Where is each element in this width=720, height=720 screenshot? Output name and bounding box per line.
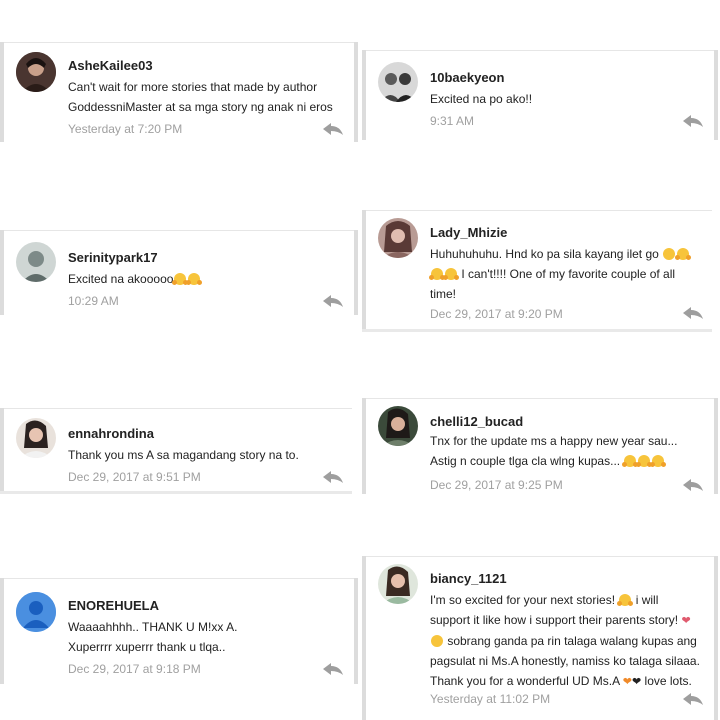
two-hearts-icon: ❤ <box>681 615 691 627</box>
avatar[interactable] <box>16 52 56 92</box>
comment-username[interactable]: Lady_Mhizie <box>430 225 507 240</box>
reply-arrow-icon[interactable] <box>682 114 704 128</box>
smile-emoji-icon <box>431 635 443 647</box>
comment-text: Waaaahhhh.. THANK U M!xx A. Xuperrrr xup… <box>68 620 238 654</box>
comment-card: ENOREHUELA Waaaahhhh.. THANK U M!xx A. X… <box>0 578 358 684</box>
comment-timestamp: Dec 29, 2017 at 9:25 PM <box>430 478 563 492</box>
hugging-face-emoji-icon <box>636 455 653 467</box>
reply-arrow-icon[interactable] <box>682 306 704 320</box>
avatar[interactable] <box>378 406 418 446</box>
comment-timestamp: Dec 29, 2017 at 9:18 PM <box>68 662 201 676</box>
comment-text: I'm so excited for your next stories! i … <box>430 590 700 692</box>
comment-timestamp: Yesterday at 11:02 PM <box>430 692 551 706</box>
heart-icon: ❤ <box>631 676 642 688</box>
comment-text: Excited na akooooo <box>68 269 203 289</box>
avatar[interactable] <box>378 564 418 604</box>
comment-username[interactable]: ennahrondina <box>68 426 154 441</box>
comment-card: chelli12_bucad Tnx for the update ms a h… <box>362 398 718 494</box>
hugging-face-emoji-icon <box>429 268 445 280</box>
comment-username[interactable]: 10baekyeon <box>430 70 504 85</box>
comment-username[interactable]: Serinitypark17 <box>68 250 158 265</box>
reply-arrow-icon[interactable] <box>322 294 344 308</box>
comment-text: Huhuhuhuhu. Hnd ko pa sila kayang ilet g… <box>429 244 692 304</box>
comment-timestamp: Yesterday at 7:20 PM <box>68 122 183 136</box>
reply-arrow-icon[interactable] <box>682 478 704 492</box>
comment-username[interactable]: biancy_1121 <box>430 571 507 586</box>
avatar[interactable] <box>16 242 56 282</box>
comment-card: ennahrondina Thank you ms A sa magandang… <box>0 408 352 494</box>
comment-text: Excited na po ako!! <box>430 92 533 106</box>
comment-timestamp: Dec 29, 2017 at 9:20 PM <box>430 307 563 321</box>
hugging-face-emoji-icon <box>186 273 203 285</box>
hugging-face-emoji-icon <box>172 273 189 285</box>
comment-text: Thank you ms A sa magandang story na to. <box>68 448 299 462</box>
hugging-face-emoji-icon <box>650 455 667 467</box>
comment-card: Lady_Mhizie Huhuhuhuhu. Hnd ko pa sila k… <box>362 210 712 332</box>
reply-arrow-icon[interactable] <box>322 470 344 484</box>
reply-arrow-icon[interactable] <box>322 122 344 136</box>
hugging-face-emoji-icon <box>443 268 459 280</box>
comment-username[interactable]: chelli12_bucad <box>430 414 523 429</box>
comment-text: Can't wait for more stories that made by… <box>68 80 333 114</box>
right-column: 10baekyeon Excited na po ako!! 9:31 AM L… <box>360 0 720 720</box>
hugging-face-emoji-icon <box>675 248 692 260</box>
comment-card: 10baekyeon Excited na po ako!! 9:31 AM <box>362 50 718 140</box>
avatar[interactable] <box>16 418 56 458</box>
hugging-face-emoji-icon <box>617 594 634 606</box>
avatar[interactable] <box>378 62 418 102</box>
reply-arrow-icon[interactable] <box>322 662 344 676</box>
comment-username[interactable]: ENOREHUELA <box>68 598 159 613</box>
avatar[interactable] <box>378 218 418 258</box>
smirk-emoji-icon <box>663 248 676 260</box>
comment-timestamp: 9:31 AM <box>430 114 475 128</box>
reply-arrow-icon[interactable] <box>682 692 704 706</box>
heart-icon: ❤ <box>622 676 632 688</box>
comment-card: Serinitypark17 Excited na akooooo 10:29 … <box>0 230 358 315</box>
comment-username[interactable]: AsheKailee03 <box>68 58 153 73</box>
comment-timestamp: 10:29 AM <box>68 294 119 308</box>
comment-card: AsheKailee03 Can't wait for more stories… <box>0 42 358 142</box>
left-column: AsheKailee03 Can't wait for more stories… <box>0 0 360 720</box>
comment-card: biancy_1121 I'm so excited for your next… <box>362 556 718 720</box>
hugging-face-emoji-icon <box>622 455 639 467</box>
comment-timestamp: Dec 29, 2017 at 9:51 PM <box>68 470 201 484</box>
comment-text: Tnx for the update ms a happy new year s… <box>430 434 678 468</box>
user-avatar-icon[interactable] <box>16 592 56 632</box>
